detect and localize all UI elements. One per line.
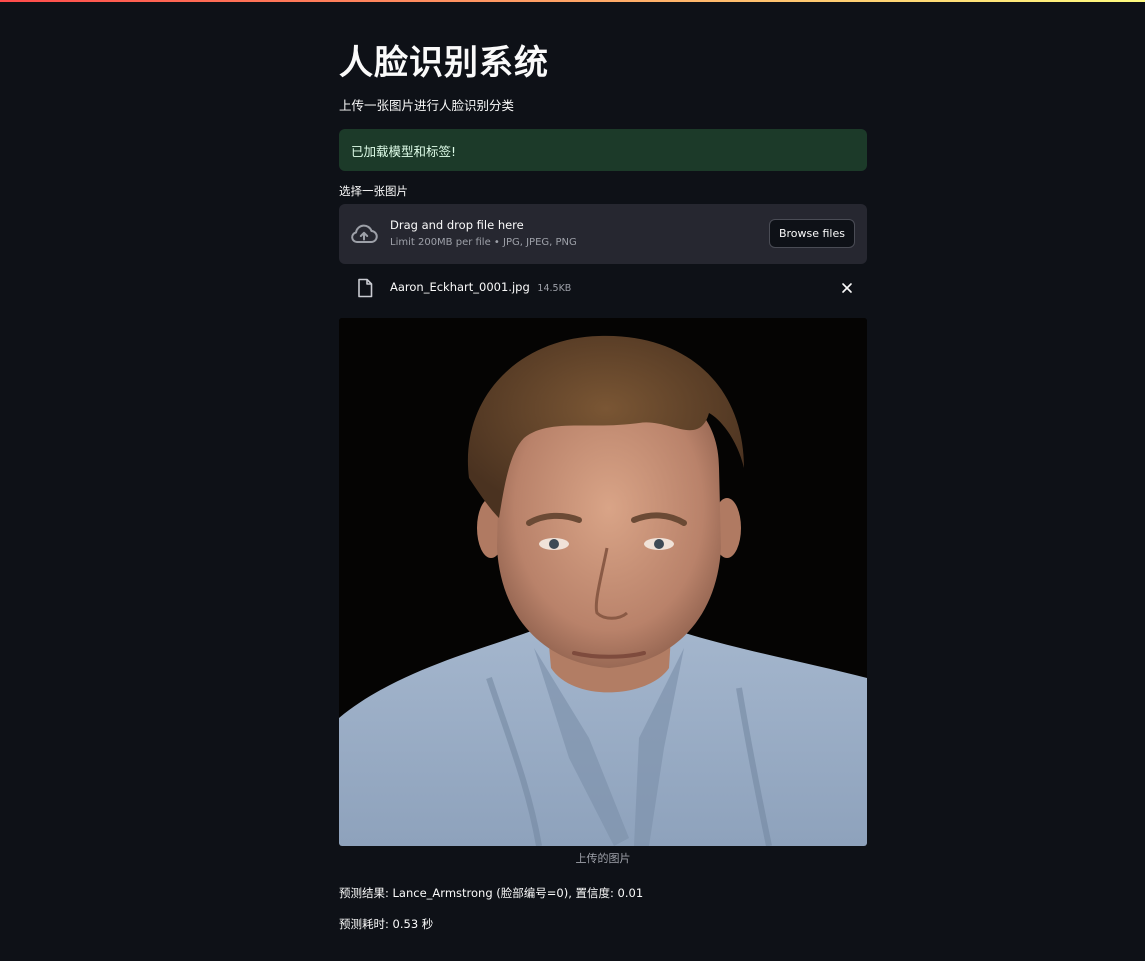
uploaded-file-row: Aaron_Eckhart_0001.jpg 14.5KB — [339, 272, 867, 304]
uploaded-file-name: Aaron_Eckhart_0001.jpg — [390, 280, 530, 294]
prediction-result: 预测结果: Lance_Armstrong (脸部编号=0), 置信度: 0.0… — [339, 886, 644, 900]
uploaded-file-info: Aaron_Eckhart_0001.jpg 14.5KB — [390, 279, 571, 297]
top-decoration-bar — [0, 0, 1145, 2]
page-subtitle: 上传一张图片进行人脸识别分类 — [339, 98, 515, 113]
file-uploader-label: 选择一张图片 — [339, 184, 408, 198]
page-title: 人脸识别系统 — [339, 43, 549, 83]
remove-file-close-icon[interactable] — [839, 280, 855, 296]
uploaded-image — [339, 318, 867, 846]
cloud-upload-icon — [351, 224, 378, 244]
dropzone-limit-text: Limit 200MB per file • JPG, JPEG, PNG — [390, 237, 577, 248]
dropzone-instructions: Drag and drop file here — [390, 218, 524, 232]
image-caption: 上传的图片 — [575, 852, 631, 865]
file-icon — [358, 278, 373, 298]
success-alert: 已加载模型和标签! — [339, 129, 867, 171]
portrait-photo — [339, 318, 867, 846]
prediction-time: 预测耗时: 0.53 秒 — [339, 917, 434, 931]
browse-files-button[interactable]: Browse files — [768, 219, 855, 248]
success-alert-message: 已加载模型和标签! — [351, 143, 457, 159]
uploaded-file-size: 14.5KB — [537, 283, 572, 294]
file-dropzone[interactable]: Drag and drop file here Limit 200MB per … — [339, 204, 867, 264]
